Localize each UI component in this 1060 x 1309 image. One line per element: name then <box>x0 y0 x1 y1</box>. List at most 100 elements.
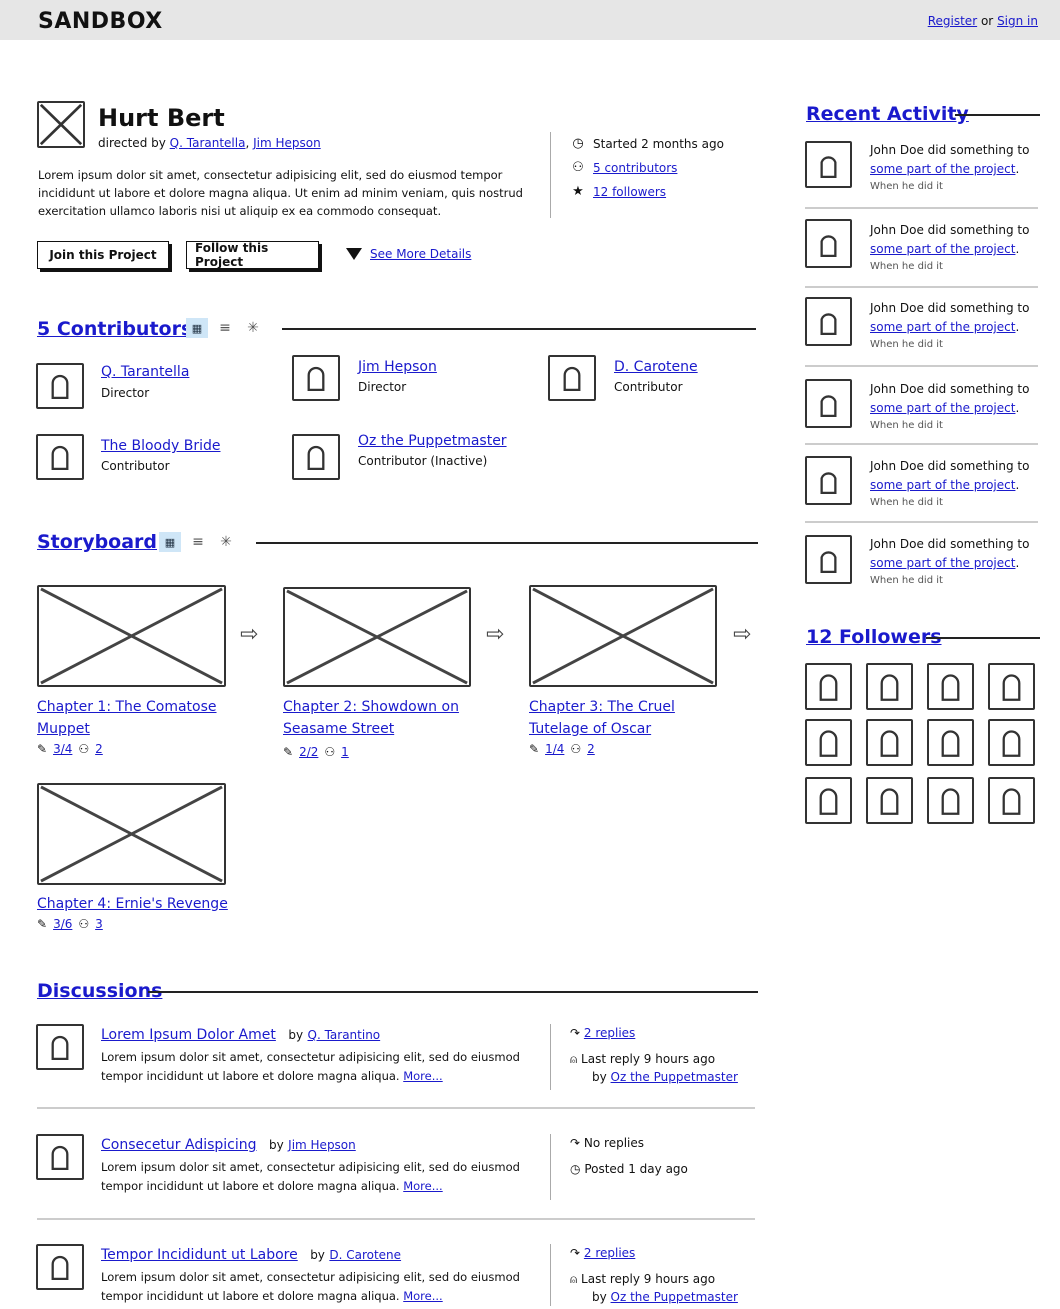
contributors-view-toggle: ▦ ≡ ✳ <box>186 318 264 338</box>
follower-avatar[interactable] <box>866 719 913 766</box>
contributors-link[interactable]: 5 contributors <box>593 161 677 175</box>
see-more-details-link[interactable]: See More Details <box>370 247 471 261</box>
contributor-name[interactable]: D. Carotene <box>614 359 698 375</box>
follow-project-button[interactable]: Follow this Project <box>186 241 319 269</box>
last-author-link[interactable]: Oz the Puppetmaster <box>611 1290 738 1304</box>
chapter-people-link[interactable]: 2 <box>587 742 595 756</box>
discussion-author-link[interactable]: D. Carotene <box>329 1248 401 1262</box>
discussion-divider <box>37 1218 755 1220</box>
chapter-thumbnail[interactable] <box>529 585 717 687</box>
follower-avatar[interactable] <box>805 719 852 766</box>
top-bar: SANDBOX Register or Sign in <box>0 0 1060 40</box>
follower-avatar[interactable] <box>927 719 974 766</box>
started-row: ◷ Started 2 months ago <box>570 136 724 151</box>
pencil-icon: ✎ <box>37 917 48 931</box>
sign-in-link[interactable]: Sign in <box>997 14 1038 28</box>
chapter-thumbnail[interactable] <box>37 783 226 885</box>
contributor-name[interactable]: Q. Tarantella <box>101 364 189 380</box>
replies-link[interactable]: 2 replies <box>584 1246 635 1260</box>
meta-divider <box>550 1244 551 1306</box>
discussions-heading[interactable]: Discussions <box>37 980 162 1002</box>
list-view-icon[interactable]: ≡ <box>187 532 209 552</box>
follower-avatar[interactable] <box>927 777 974 824</box>
activity-when: When he did it <box>870 339 943 350</box>
discussion-meta: ↷ 2 replies ⍝ Last reply 9 hours ago by … <box>570 1244 738 1306</box>
grid-view-icon[interactable]: ▦ <box>186 318 208 338</box>
chapter-people-link[interactable]: 1 <box>341 745 349 759</box>
chapter-thumbnail[interactable] <box>37 585 226 687</box>
spinner-icon[interactable]: ✳ <box>242 318 264 338</box>
last-by: by <box>592 1070 607 1084</box>
list-view-icon[interactable]: ≡ <box>214 318 236 338</box>
activity-actor: John Doe did something to <box>870 537 1030 551</box>
contributors-heading[interactable]: 5 Contributors <box>37 318 192 340</box>
activity-text: John Doe did something to some part of t… <box>870 221 1050 275</box>
follower-avatar[interactable] <box>988 663 1035 710</box>
see-more-details[interactable]: See More Details <box>346 247 471 261</box>
chapter-thumbnail[interactable] <box>283 587 471 687</box>
chapter-title[interactable]: Chapter 3: The Cruel Tutelage of Oscar <box>529 696 719 740</box>
grid-view-icon[interactable]: ▦ <box>159 532 181 552</box>
storyboard-heading[interactable]: Storyboard <box>37 531 157 553</box>
replies-link[interactable]: 2 replies <box>584 1026 635 1040</box>
discussion-by: by <box>310 1248 325 1262</box>
follower-avatar[interactable] <box>988 719 1035 766</box>
chapter-scenes-link[interactable]: 2/2 <box>299 745 318 759</box>
activity-target-link[interactable]: some part of the project <box>870 242 1015 256</box>
chapter-people-link[interactable]: 2 <box>95 742 103 756</box>
star-icon: ★ <box>572 184 584 199</box>
pencil-icon: ✎ <box>37 742 48 756</box>
chapter-scenes-link[interactable]: 3/4 <box>53 742 72 756</box>
follower-avatar[interactable] <box>805 777 852 824</box>
discussion-author-link[interactable]: Jim Hepson <box>288 1138 356 1152</box>
contributor-name[interactable]: Jim Hepson <box>358 359 437 375</box>
activity-text: John Doe did something to some part of t… <box>870 457 1050 511</box>
brand-logo[interactable]: SANDBOX <box>38 9 163 34</box>
discussion-link[interactable]: Tempor Incididunt ut Labore <box>101 1247 298 1263</box>
follower-avatar[interactable] <box>805 663 852 710</box>
contributor-name[interactable]: The Bloody Bride <box>101 438 221 454</box>
pencil-icon: ✎ <box>283 745 294 759</box>
more-link[interactable]: More... <box>403 1289 442 1303</box>
more-link[interactable]: More... <box>403 1069 442 1083</box>
discussion-link[interactable]: Lorem Ipsum Dolor Amet <box>101 1027 276 1043</box>
chapter-scenes-link[interactable]: 3/6 <box>53 917 72 931</box>
activity-actor: John Doe did something to <box>870 223 1030 237</box>
follower-avatar[interactable] <box>866 663 913 710</box>
chapter-title[interactable]: Chapter 2: Showdown on Seasame Street <box>283 696 473 740</box>
activity-target-link[interactable]: some part of the project <box>870 478 1015 492</box>
recent-activity-heading[interactable]: Recent Activity <box>806 103 969 125</box>
activity-target-link[interactable]: some part of the project <box>870 320 1015 334</box>
follower-avatar[interactable] <box>927 663 974 710</box>
meta-divider <box>550 1134 551 1200</box>
followers-link[interactable]: 12 followers <box>593 185 666 199</box>
meta-divider <box>550 132 551 218</box>
register-link[interactable]: Register <box>928 14 977 28</box>
user-icon <box>805 379 852 428</box>
join-project-button[interactable]: Join this Project <box>37 241 169 269</box>
director-link[interactable]: Jim Hepson <box>253 136 321 150</box>
followers-heading[interactable]: 12 Followers <box>806 626 942 648</box>
chapter-title[interactable]: Chapter 1: The Comatose Muppet <box>37 696 227 740</box>
chapter-title[interactable]: Chapter 4: Ernie's Revenge <box>37 893 257 915</box>
activity-target-link[interactable]: some part of the project <box>870 162 1015 176</box>
more-link[interactable]: More... <box>403 1179 442 1193</box>
follower-avatar[interactable] <box>866 777 913 824</box>
chapter-scenes-link[interactable]: 1/4 <box>545 742 564 756</box>
discussion-status: Last reply 9 hours ago <box>581 1052 716 1066</box>
activity-target-link[interactable]: some part of the project <box>870 401 1015 415</box>
excerpt-text: Lorem ipsum dolor sit amet, consectetur … <box>101 1050 520 1083</box>
discussion-link[interactable]: Consecetur Adispicing <box>101 1137 257 1153</box>
contributor-name[interactable]: Oz the Puppetmaster <box>358 433 507 449</box>
section-rule <box>926 637 1040 639</box>
activity-target-link[interactable]: some part of the project <box>870 556 1015 570</box>
user-icon <box>36 363 84 409</box>
spinner-icon[interactable]: ✳ <box>215 532 237 552</box>
discussion-divider <box>37 1107 755 1109</box>
chapter-people-link[interactable]: 3 <box>95 917 103 931</box>
discussion-excerpt: Lorem ipsum dolor sit amet, consectetur … <box>101 1048 531 1086</box>
last-author-link[interactable]: Oz the Puppetmaster <box>611 1070 738 1084</box>
follower-avatar[interactable] <box>988 777 1035 824</box>
discussion-author-link[interactable]: Q. Tarantino <box>308 1028 381 1042</box>
director-link[interactable]: Q. Tarantella <box>170 136 246 150</box>
